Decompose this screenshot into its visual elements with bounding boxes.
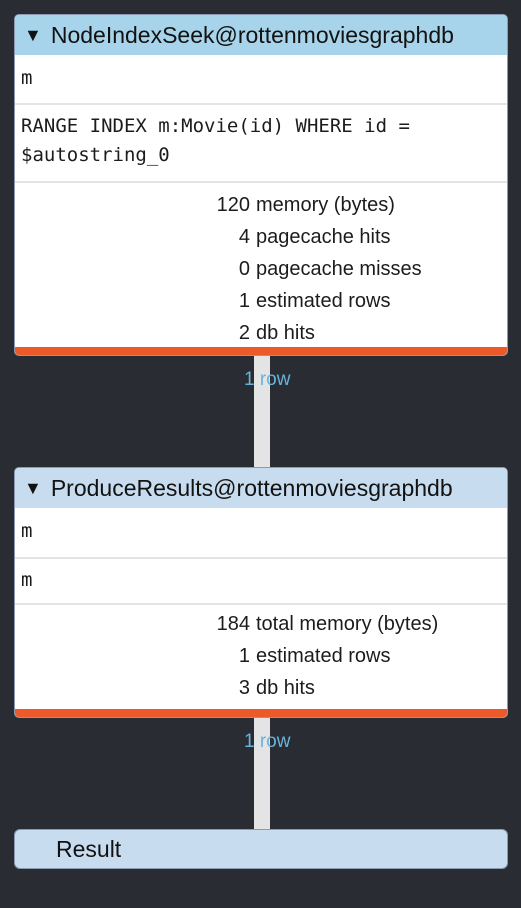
stat-value: 120 [216,193,250,216]
stat-label: pagecache misses [256,257,422,280]
stat-value: 1 [238,289,250,312]
cost-bar [15,709,507,717]
stat-label: memory (bytes) [256,193,395,216]
node-header[interactable]: ▼ NodeIndexSeek@rottenmoviesgraphdb [15,15,507,55]
details-text: m [21,569,33,591]
stat-label: db hits [256,676,315,699]
node-identifier: m [15,55,507,103]
stat-row: 120 memory (bytes) [15,189,507,221]
operator-node-nodeindexseek[interactable]: ▼ NodeIndexSeek@rottenmoviesgraphdb m RA… [14,14,508,356]
collapse-triangle-icon[interactable]: ▼ [24,479,42,497]
node-identifier: m [15,508,507,557]
node-details: m [15,557,507,603]
stat-value: 3 [238,676,250,699]
stat-row: 1 estimated rows [15,640,507,672]
operator-node-produceresults[interactable]: ▼ ProduceResults@rottenmoviesgraphdb m m… [14,467,508,718]
stat-value: 184 [216,612,250,635]
node-title: ProduceResults@rottenmoviesgraphdb [50,474,453,501]
node-header[interactable]: ▼ ProduceResults@rottenmoviesgraphdb [15,468,507,508]
cost-bar [15,347,507,355]
stat-label: db hits [256,321,315,344]
stat-label: estimated rows [256,644,391,667]
stat-label: estimated rows [256,289,391,312]
rows-label-1: 1 row [244,369,291,390]
stat-row: 0 pagecache misses [15,253,507,285]
node-stats: 120 memory (bytes) 4 pagecache hits 0 pagec… [15,181,507,349]
rows-label-2: 1 row [244,731,291,752]
stat-value: 2 [238,321,250,344]
collapse-triangle-icon[interactable]: ▼ [24,26,42,44]
stat-row: 1 estimated rows [15,285,507,317]
stat-value: 1 [238,644,250,667]
identifier-text: m [21,67,33,89]
stat-value: 0 [238,257,250,280]
stat-row: 4 pagecache hits [15,221,507,253]
details-line-2: $autostring_0 [21,144,170,166]
stat-label: pagecache hits [256,225,391,248]
result-node[interactable]: Result [14,829,508,869]
result-title: Result [56,835,122,862]
stat-row: 184 total memory (bytes) [15,608,507,640]
node-stats: 184 total memory (bytes) 1 estimated rows … [15,603,507,704]
identifier-text: m [21,520,33,542]
details-line-1: RANGE INDEX m:Movie(id) WHERE id = [21,115,410,137]
stat-value: 4 [238,225,250,248]
stat-row: 2 db hits [15,317,507,349]
node-title: NodeIndexSeek@rottenmoviesgraphdb [50,21,454,48]
stat-label: total memory (bytes) [256,612,439,635]
node-details: RANGE INDEX m:Movie(id) WHERE id = $auto… [15,103,507,181]
stat-row: 3 db hits [15,672,507,704]
